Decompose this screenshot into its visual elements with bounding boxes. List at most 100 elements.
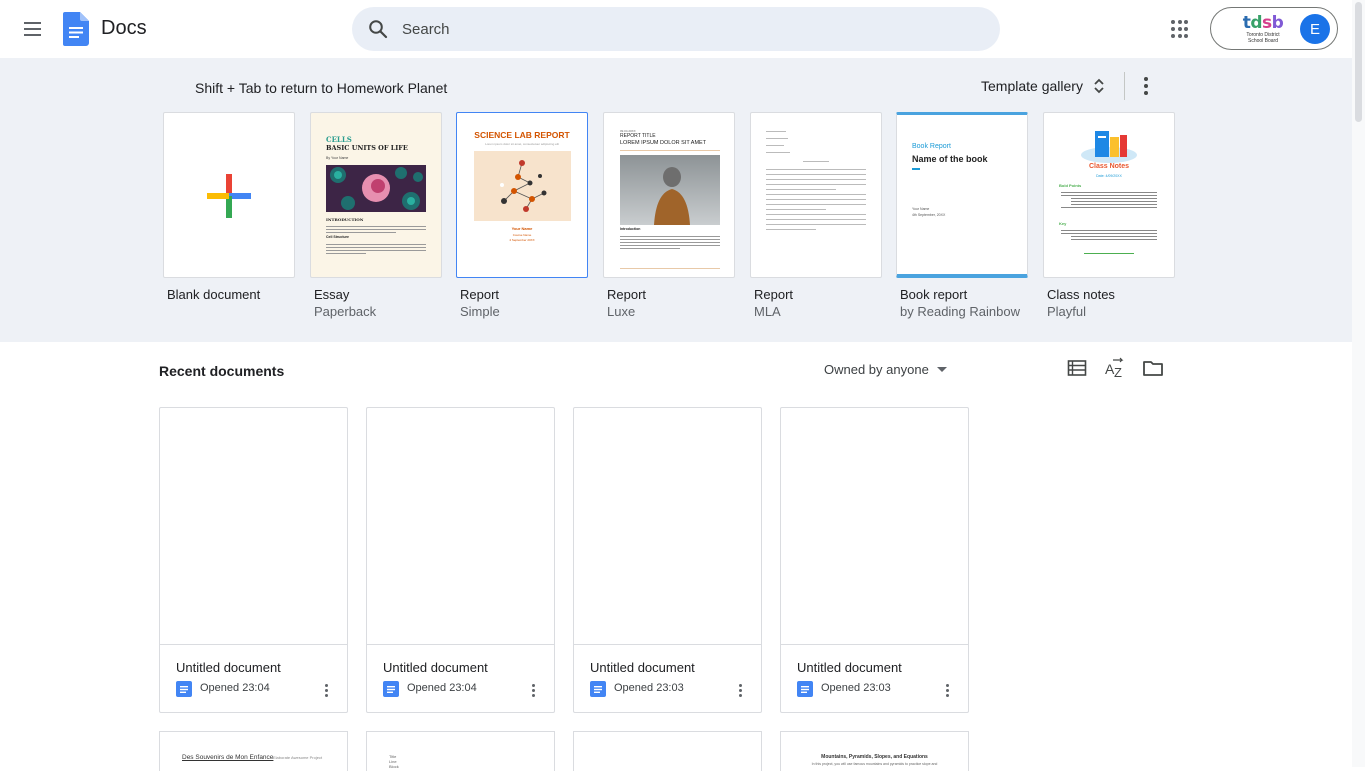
search-bar[interactable] — [352, 7, 1000, 51]
svg-text:Z: Z — [1114, 365, 1122, 380]
template-name: Report — [754, 287, 794, 302]
more-options-icon[interactable] — [1136, 75, 1156, 97]
thumb-course: Course Name — [512, 233, 532, 237]
recent-documents-heading: Recent documents — [159, 363, 285, 379]
template-thumbnail[interactable]: Class Notes Date: 4/09/20XX Bold Points … — [1043, 112, 1175, 278]
template-thumbnail[interactable]: 09.04.20XX REPORT TITLE LOREM IPSUM DOLO… — [603, 112, 735, 278]
folder-icon[interactable] — [1141, 356, 1165, 380]
template-gallery-label: Template gallery — [981, 78, 1083, 94]
scrollbar-thumb[interactable] — [1355, 2, 1362, 122]
thumb-tagline: Lorem ipsum dolor sit amet, consectetuer… — [485, 142, 559, 146]
template-name: Class notes — [1047, 287, 1115, 302]
docs-logo-icon[interactable] — [63, 12, 89, 46]
docs-file-icon — [797, 681, 813, 697]
template-subname: MLA — [754, 304, 781, 319]
return-hint[interactable]: Shift + Tab to return to Homework Planet — [195, 80, 447, 96]
owner-filter-dropdown[interactable]: Owned by anyone — [824, 360, 947, 378]
document-title: Untitled document — [176, 660, 281, 675]
docs-file-icon — [383, 681, 399, 697]
document-card[interactable]: Untitled document Opened 23:04 — [159, 407, 348, 713]
books-illustration — [1081, 131, 1137, 163]
template-thumbnail[interactable] — [750, 112, 882, 278]
thumb-title: Name of the book — [912, 154, 988, 164]
template-gallery-button[interactable]: Template gallery — [981, 74, 1105, 98]
search-icon[interactable] — [368, 19, 388, 39]
template-thumbnail[interactable]: CELLS BASIC UNITS OF LIFE By Your Name I… — [310, 112, 442, 278]
template-class-notes[interactable]: Class Notes Date: 4/09/20XX Bold Points … — [1043, 112, 1175, 319]
template-gallery-section: Shift + Tab to return to Homework Planet… — [0, 58, 1352, 342]
document-card[interactable]: Untitled document Opened 23:04 — [366, 407, 555, 713]
template-report-luxe[interactable]: 09.04.20XX REPORT TITLE LOREM IPSUM DOLO… — [603, 112, 735, 319]
thumb-title: CELLS — [326, 135, 352, 144]
sort-az-icon[interactable]: A Z — [1103, 356, 1127, 380]
caret-down-icon — [936, 366, 947, 372]
document-card[interactable]: Untitled document Opened 23:03 — [780, 407, 969, 713]
document-opened-time: Opened 23:03 — [821, 682, 891, 694]
thumb-title: REPORT TITLE — [620, 133, 656, 139]
document-preview[interactable] — [574, 408, 761, 645]
thumb-name: By Your Name — [326, 156, 349, 160]
main-menu-icon[interactable] — [16, 13, 48, 45]
preview-title: Des Souvenirs de Mon Enfance — [182, 754, 274, 761]
google-apps-icon[interactable] — [1168, 17, 1192, 41]
document-opened-time: Opened 23:04 — [407, 682, 477, 694]
document-card[interactable]: Untitled document Opened 23:03 — [573, 407, 762, 713]
plus-icon — [207, 174, 251, 218]
document-preview[interactable] — [781, 408, 968, 645]
template-subname: Luxe — [607, 304, 636, 319]
search-input[interactable] — [402, 7, 982, 51]
thumb-section: Bold Points — [1059, 183, 1082, 188]
template-subname: by Reading Rainbow — [900, 304, 1020, 319]
template-name: Report — [460, 287, 500, 302]
template-book-report[interactable]: Book Report Name of the book Your Name 4… — [896, 112, 1028, 319]
molecule-illustration — [474, 151, 571, 221]
template-blank[interactable]: Blank document — [163, 112, 295, 302]
more-options-icon[interactable] — [730, 680, 750, 700]
thumb-subtitle: LOREM IPSUM DOLOR SIT AMET — [620, 140, 707, 146]
more-options-icon[interactable] — [937, 680, 957, 700]
account-switcher[interactable]: tdsb Toronto District School Board E — [1210, 7, 1338, 50]
cell-illustration — [326, 165, 426, 212]
thumb-intro: INTRODUCTION — [326, 217, 364, 222]
more-options-icon[interactable] — [316, 680, 336, 700]
template-name: Report — [607, 287, 647, 302]
template-thumbnail[interactable]: SCIENCE LAB REPORT Lorem ipsum dolor sit… — [456, 112, 588, 278]
document-preview[interactable] — [160, 408, 347, 645]
list-view-icon[interactable] — [1065, 356, 1089, 380]
docs-file-icon — [176, 681, 192, 697]
more-options-icon[interactable] — [523, 680, 543, 700]
template-report-mla[interactable]: Report MLA — [750, 112, 882, 319]
template-name: Essay — [314, 287, 350, 302]
thumb-date: 4th September, 20XX — [912, 213, 946, 217]
org-logo: tdsb Toronto District School Board — [1242, 13, 1284, 44]
document-title: Untitled document — [590, 660, 695, 675]
photo — [620, 155, 720, 225]
document-card[interactable] — [573, 731, 762, 771]
thumb-date: 4 September 20XX — [509, 238, 535, 242]
document-title: Untitled document — [383, 660, 488, 675]
template-essay-paperback[interactable]: CELLS BASIC UNITS OF LIFE By Your Name I… — [310, 112, 442, 319]
template-report-simple[interactable]: SCIENCE LAB REPORT Lorem ipsum dolor sit… — [456, 112, 588, 319]
avatar[interactable]: E — [1300, 14, 1330, 44]
thumb-name: Your Name — [511, 226, 533, 231]
preview-title: Mountains, Pyramids, Slopes, and Equatio… — [821, 754, 928, 760]
thumb-section: Key — [1059, 221, 1067, 226]
document-preview[interactable] — [367, 408, 554, 645]
thumb-title: Class Notes — [1088, 163, 1130, 170]
document-card[interactable]: Des Souvenirs de Mon Enfance Elaborate A… — [159, 731, 348, 771]
document-card[interactable]: Title Line Block — [366, 731, 555, 771]
divider — [1124, 72, 1125, 100]
template-thumbnail[interactable]: Book Report Name of the book Your Name 4… — [896, 112, 1028, 278]
template-subname: Paperback — [314, 304, 377, 319]
thumb-label: Book Report — [912, 143, 951, 150]
unfold-icon — [1094, 78, 1104, 94]
app-title[interactable]: Docs — [101, 17, 147, 40]
owner-filter-label: Owned by anyone — [824, 361, 929, 377]
app-header: Docs tdsb Toronto DistrictSchool Board E — [0, 0, 1352, 58]
preview-line: In this project, you will use famous mou… — [811, 762, 938, 766]
template-thumbnail[interactable] — [163, 112, 295, 278]
thumb-author: Your Name — [912, 207, 930, 211]
thumb-cell: Cell Structure — [326, 235, 349, 239]
template-name: Book report — [900, 287, 968, 302]
document-card[interactable]: Mountains, Pyramids, Slopes, and Equatio… — [780, 731, 969, 771]
